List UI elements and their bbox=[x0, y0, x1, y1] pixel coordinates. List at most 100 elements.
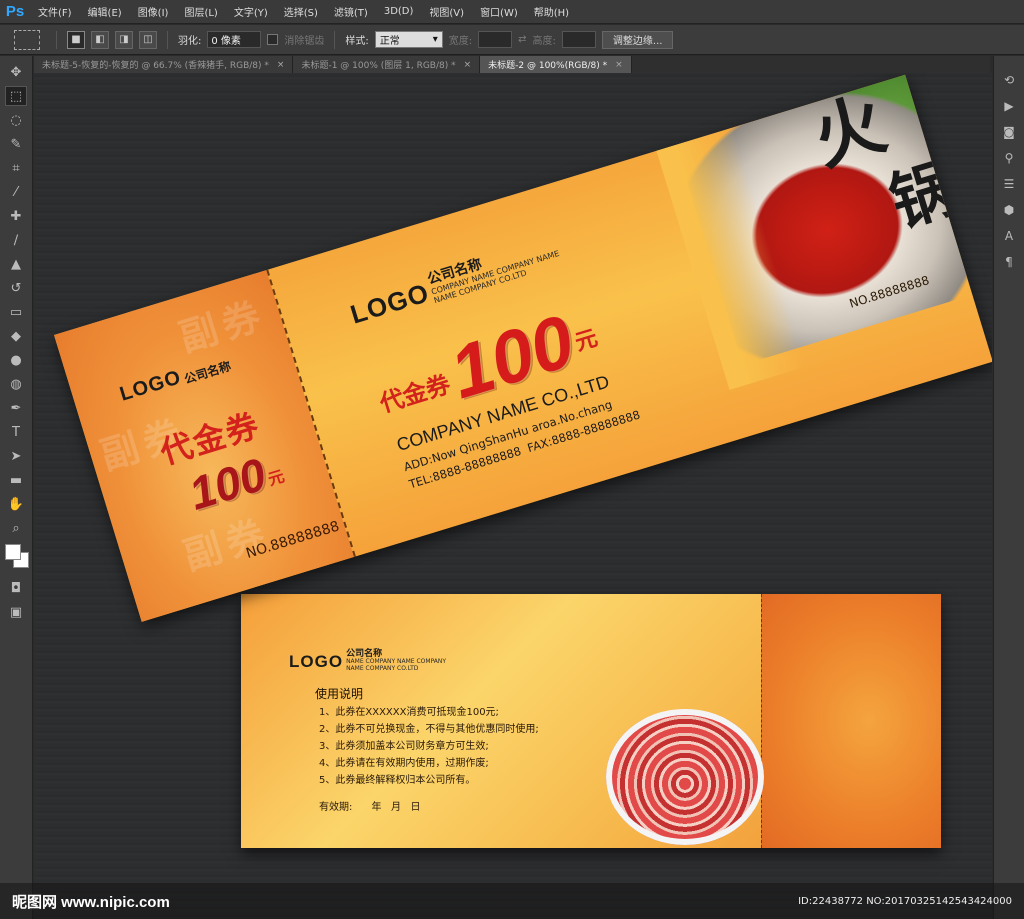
back-logo: LOGO bbox=[289, 652, 344, 672]
image-id-label: ID:22438772 NO:20170325142543424000 bbox=[798, 895, 1012, 907]
menu-image[interactable]: 图像(I) bbox=[130, 4, 177, 19]
voucher-back: LOGO 公司名称 NAME COMPANY NAME COMPANY NAME… bbox=[241, 594, 941, 848]
tab-document-5[interactable]: 未标题-5-恢复的-恢复的 @ 66.7% (香辣猪手, RGB/8) * × bbox=[34, 56, 294, 73]
menu-window[interactable]: 窗口(W) bbox=[472, 4, 526, 19]
panel-dock: ⟲ ▶ ◙ ⚲ ☰ ⬢ A ¶ bbox=[993, 56, 1024, 919]
hand-tool-icon[interactable]: ✋ bbox=[5, 494, 27, 514]
add-selection-icon[interactable]: ◧ bbox=[91, 30, 109, 49]
paint-bucket-icon[interactable]: ◆ bbox=[5, 326, 27, 346]
libraries-panel-icon[interactable]: ◙ bbox=[998, 122, 1020, 142]
menu-select[interactable]: 选择(S) bbox=[276, 4, 326, 19]
divider bbox=[334, 30, 336, 49]
marquee-tool-icon[interactable]: ⬚ bbox=[5, 86, 27, 106]
actions-panel-icon[interactable]: ▶ bbox=[998, 96, 1020, 116]
rule-item: 4、此券请在有效期内使用，过期作废; bbox=[319, 758, 489, 769]
color-swatches[interactable] bbox=[2, 542, 30, 574]
rule-item: 2、此券不可兑换现金，不得与其他优惠同时使用; bbox=[319, 724, 539, 735]
stub-logo-group: LOGO 公司名称 bbox=[117, 351, 233, 406]
quick-mask-icon[interactable]: ◘ bbox=[5, 578, 27, 598]
sliced-meat-image bbox=[606, 709, 764, 845]
stub-company-cn: 公司名称 bbox=[182, 359, 233, 387]
menu-view[interactable]: 视图(V) bbox=[421, 4, 472, 19]
history-panel-icon[interactable]: ⟲ bbox=[998, 70, 1020, 90]
history-brush-icon[interactable]: ↺ bbox=[5, 278, 27, 298]
validity-date: 有效期: 年 月 日 bbox=[319, 802, 421, 813]
marquee-tool-preset[interactable] bbox=[14, 29, 40, 50]
tab-document-2[interactable]: 未标题-2 @ 100%(RGB/8) * × bbox=[480, 56, 632, 73]
feather-input[interactable] bbox=[207, 31, 262, 48]
menu-file[interactable]: 文件(F) bbox=[30, 4, 80, 19]
tab-label: 未标题-1 @ 100% (图层 1, RGB/8) * bbox=[301, 61, 456, 71]
quick-select-tool-icon[interactable]: ✎ bbox=[5, 134, 27, 154]
height-label: 高度: bbox=[532, 36, 556, 47]
move-tool-icon[interactable]: ✥ bbox=[5, 62, 27, 82]
feather-label: 羽化: bbox=[178, 36, 202, 47]
pen-tool-icon[interactable]: ✒ bbox=[5, 398, 27, 418]
voucher-back-stub bbox=[761, 594, 941, 848]
brush-tool-icon[interactable]: ∕ bbox=[5, 230, 27, 250]
divider bbox=[167, 30, 168, 49]
screen-mode-icon[interactable]: ▣ bbox=[5, 602, 27, 622]
menu-help[interactable]: 帮助(H) bbox=[526, 4, 577, 19]
voucher-front: 副券 副券 副券 LOGO 公司名称 代金券 100 元 NO.88888888… bbox=[54, 74, 992, 622]
rules-title: 使用说明 bbox=[315, 687, 364, 701]
menu-3d[interactable]: 3D(D) bbox=[376, 6, 422, 17]
stamp-tool-icon[interactable]: ▲ bbox=[5, 254, 27, 274]
healing-tool-icon[interactable]: ✚ bbox=[5, 206, 27, 226]
main-logo: LOGO bbox=[346, 276, 433, 330]
character-panel-icon[interactable]: A bbox=[998, 226, 1020, 246]
voucher-front-main: 火 锅 LOGO 公司名称 COMPANY NAME COMPANY NAME … bbox=[274, 74, 992, 555]
lasso-tool-icon[interactable]: ◌ bbox=[5, 110, 27, 130]
close-icon[interactable]: × bbox=[464, 60, 472, 70]
menu-filter[interactable]: 滤镜(T) bbox=[326, 4, 376, 19]
menu-bar: Ps 文件(F) 编辑(E) 图像(I) 图层(L) 文字(Y) 选择(S) 滤… bbox=[0, 0, 1024, 24]
document-tabs: 未标题-5-恢复的-恢复的 @ 66.7% (香辣猪手, RGB/8) * × 未… bbox=[34, 56, 990, 73]
intersect-selection-icon[interactable]: ◫ bbox=[139, 30, 157, 49]
tab-label: 未标题-5-恢复的-恢复的 @ 66.7% (香辣猪手, RGB/8) * bbox=[42, 61, 269, 71]
back-logo-group: LOGO 公司名称 NAME COMPANY NAME COMPANY NAME… bbox=[289, 646, 446, 672]
properties-panel-icon[interactable]: ☰ bbox=[998, 174, 1020, 194]
subtract-selection-icon[interactable]: ◨ bbox=[115, 30, 133, 49]
document-canvas[interactable]: LOGO 公司名称 NAME COMPANY NAME COMPANY NAME… bbox=[34, 73, 992, 919]
menu-type[interactable]: 文字(Y) bbox=[226, 4, 276, 19]
foreground-color-icon[interactable] bbox=[5, 544, 21, 560]
shape-tool-icon[interactable]: ▬ bbox=[5, 470, 27, 490]
type-tool-icon[interactable]: T bbox=[5, 422, 27, 442]
divider bbox=[56, 30, 57, 49]
menu-edit[interactable]: 编辑(E) bbox=[80, 4, 130, 19]
tools-panel: ✥ ⬚ ◌ ✎ ⌗ ⁄ ✚ ∕ ▲ ↺ ▭ ◆ ● ◍ ✒ T ➤ ▬ ✋ ⌕ … bbox=[0, 56, 33, 919]
eyedropper-tool-icon[interactable]: ⁄ bbox=[5, 182, 27, 202]
main-voucher-label: 代金券 bbox=[376, 369, 454, 418]
eraser-tool-icon[interactable]: ▭ bbox=[5, 302, 27, 322]
crop-tool-icon[interactable]: ⌗ bbox=[5, 158, 27, 178]
zoom-tool-icon[interactable]: ⌕ bbox=[5, 518, 27, 538]
rule-item: 3、此券须加盖本公司财务章方可生效; bbox=[319, 741, 489, 752]
width-label: 宽度: bbox=[448, 36, 473, 47]
antialias-checkbox[interactable] bbox=[267, 34, 279, 45]
swap-icon[interactable]: ⇄ bbox=[518, 34, 526, 45]
rule-item: 1、此券在XXXXXX消费可抵现金100元; bbox=[319, 707, 499, 718]
back-company-en-2: NAME COMPANY CO.LTD bbox=[346, 664, 419, 672]
style-value: 正常 bbox=[379, 36, 400, 47]
height-input[interactable] bbox=[561, 31, 596, 48]
tab-document-1[interactable]: 未标题-1 @ 100% (图层 1, RGB/8) * × bbox=[293, 56, 481, 73]
adjustments-panel-icon[interactable]: ⚲ bbox=[998, 148, 1020, 168]
path-select-icon[interactable]: ➤ bbox=[5, 446, 27, 466]
dodge-tool-icon[interactable]: ◍ bbox=[5, 374, 27, 394]
close-icon[interactable]: × bbox=[277, 60, 285, 70]
3d-panel-icon[interactable]: ⬢ bbox=[998, 200, 1020, 220]
style-select[interactable]: 正常 ▾ bbox=[374, 31, 443, 48]
paragraph-panel-icon[interactable]: ¶ bbox=[998, 252, 1020, 272]
menu-layer[interactable]: 图层(L) bbox=[176, 4, 225, 19]
perforation-line bbox=[761, 594, 762, 848]
close-icon[interactable]: × bbox=[615, 60, 623, 70]
stub-watermark: 副券 bbox=[174, 292, 272, 361]
refine-edge-button[interactable]: 调整边缘... bbox=[601, 30, 674, 49]
new-selection-icon[interactable]: ■ bbox=[67, 30, 85, 49]
width-input[interactable] bbox=[478, 31, 513, 48]
antialias-label: 消除锯齿 bbox=[284, 36, 325, 47]
tab-label: 未标题-2 @ 100%(RGB/8) * bbox=[488, 61, 608, 71]
rule-item: 5、此券最终解释权归本公司所有。 bbox=[319, 775, 476, 786]
blur-tool-icon[interactable]: ● bbox=[5, 350, 27, 370]
options-bar: ■ ◧ ◨ ◫ 羽化: 消除锯齿 样式: 正常 ▾ 宽度: ⇄ 高度: 调整边缘.… bbox=[0, 25, 1024, 55]
